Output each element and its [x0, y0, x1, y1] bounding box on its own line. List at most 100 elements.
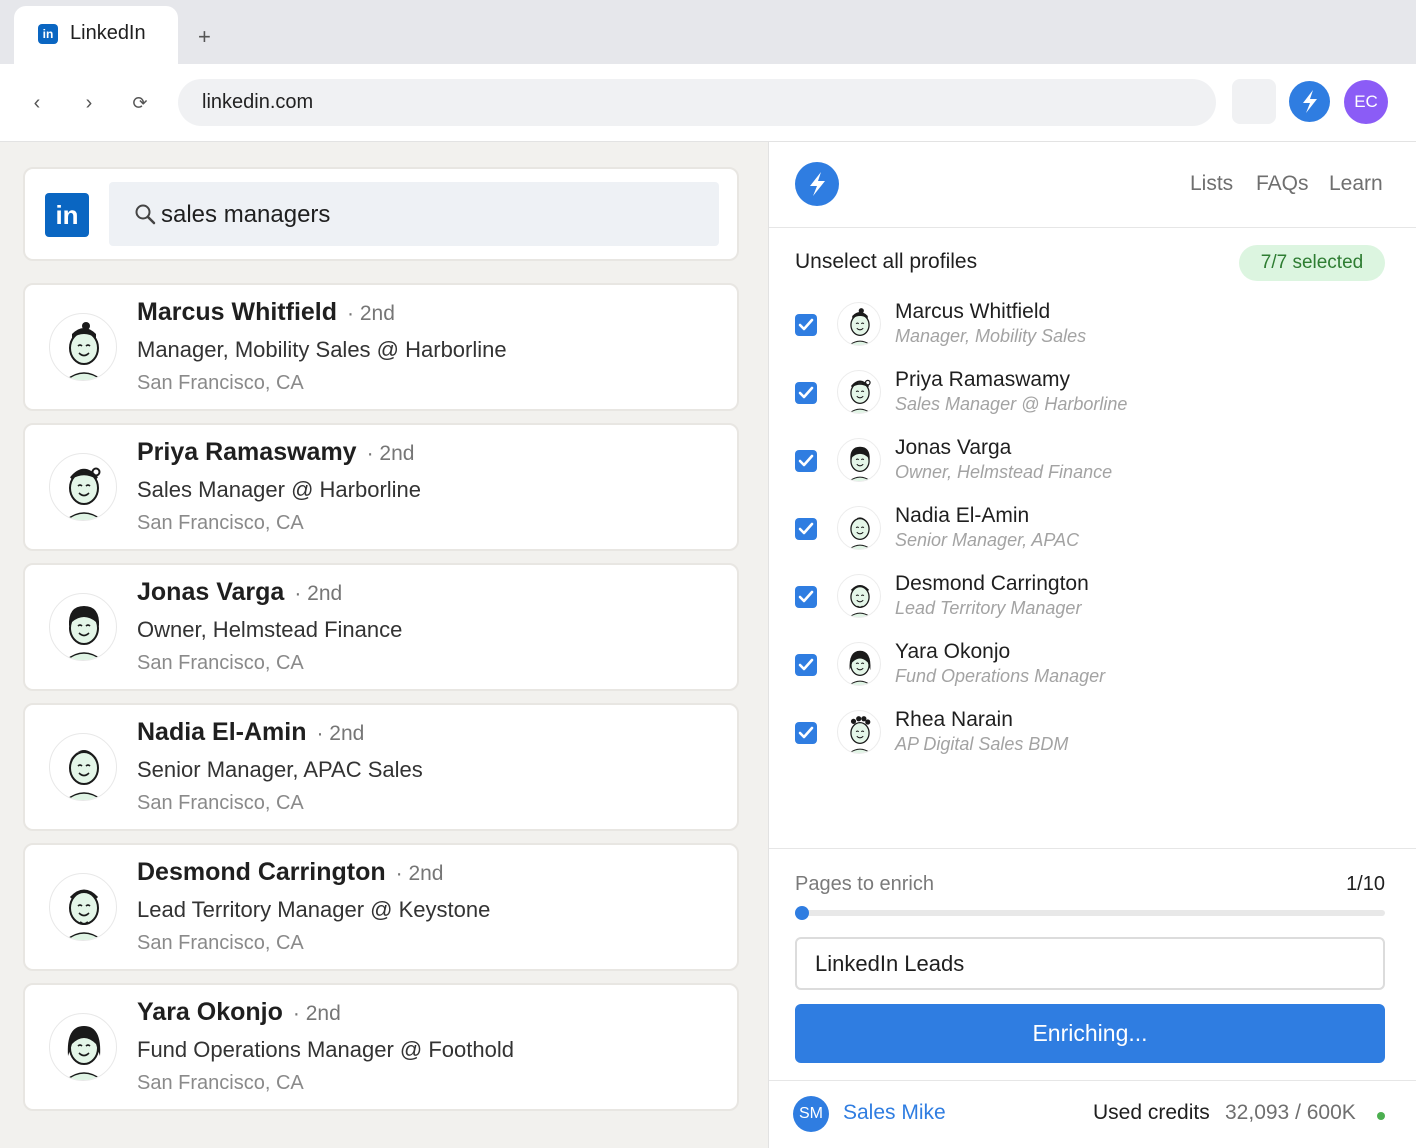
checkmark-icon [798, 658, 814, 671]
selected-profile-row: Nadia El-Amin Senior Manager, APAC [795, 504, 1395, 566]
profile-avatar-icon [837, 710, 881, 754]
selected-profile-subtitle: Manager, Mobility Sales [895, 326, 1087, 346]
result-card[interactable]: Desmond Carrington · 2nd Lead Territory Ma… [23, 843, 739, 971]
selected-profile-subtitle: Lead Territory Manager [895, 598, 1082, 618]
status-dot-icon [1377, 1112, 1385, 1120]
credits-value: 32,093 / 600K [1225, 1101, 1356, 1124]
checkmark-icon [798, 522, 814, 535]
new-tab-button[interactable]: + [198, 24, 211, 50]
address-url: linkedin.com [202, 91, 314, 113]
profile-checkbox[interactable] [795, 450, 817, 472]
pages-slider[interactable] [795, 906, 1385, 920]
result-name-text[interactable]: Marcus Whitfield [137, 298, 337, 326]
result-name-text[interactable]: Nadia El-Amin [137, 718, 306, 746]
selected-profile-row: Desmond Carrington Lead Territory Manager [795, 572, 1395, 634]
tab-linkedin[interactable]: in LinkedIn [14, 6, 178, 64]
checkmark-icon [798, 386, 814, 399]
user-avatar: SM [793, 1096, 829, 1132]
enrich-section: Pages to enrich 1/10 Enriching... [769, 848, 1416, 1080]
enrich-button[interactable]: Enriching... [795, 1004, 1385, 1063]
profile-checkbox[interactable] [795, 654, 817, 676]
checkmark-icon [798, 454, 814, 467]
selected-profile-row: Jonas Varga Owner, Helmstead Finance [795, 436, 1395, 498]
result-name[interactable]: Marcus Whitfield · 2nd [137, 298, 395, 327]
result-title: Sales Manager @ Harborline [137, 477, 422, 502]
profile-avatar-icon [837, 506, 881, 550]
profile-avatar[interactable]: EC [1344, 80, 1388, 124]
result-name-text[interactable]: Priya Ramaswamy [137, 438, 357, 466]
result-card[interactable]: Marcus Whitfield · 2nd Manager, Mobility S… [23, 283, 739, 411]
reload-button[interactable]: ⟳ [125, 88, 155, 118]
result-name[interactable]: Desmond Carrington · 2nd [137, 858, 444, 887]
selected-profile-name: Rhea Narain [895, 708, 1013, 731]
linkedin-logo-icon: in [45, 193, 89, 237]
nav-faqs-link[interactable]: FAQs [1256, 172, 1309, 196]
back-button[interactable]: ‹ [22, 88, 52, 118]
profile-avatar-icon[interactable] [49, 873, 117, 941]
selected-profile-subtitle: Senior Manager, APAC [895, 530, 1080, 550]
nav-learn-link[interactable]: Learn [1329, 172, 1383, 196]
selected-profile-name: Jonas Varga [895, 436, 1012, 459]
profile-checkbox[interactable] [795, 586, 817, 608]
result-name[interactable]: Priya Ramaswamy · 2nd [137, 438, 414, 467]
profile-avatar-icon [837, 642, 881, 686]
selected-profile-subtitle: AP Digital Sales BDM [895, 734, 1069, 754]
extension-logo-icon [795, 162, 839, 206]
credits-label: Used credits [1093, 1101, 1210, 1124]
result-name[interactable]: Jonas Varga · 2nd [137, 578, 342, 607]
pages-label: Pages to enrich [795, 873, 934, 895]
profile-checkbox[interactable] [795, 518, 817, 540]
selected-profile-row: Yara Okonjo Fund Operations Manager [795, 640, 1395, 702]
connection-degree: · 2nd [347, 302, 395, 325]
extension-bolt-icon[interactable] [1289, 81, 1330, 122]
connection-degree: · 2nd [294, 582, 343, 605]
selected-count-badge: 7/7 selected [1239, 245, 1385, 281]
unselect-all-link[interactable]: Unselect all profiles [795, 250, 977, 274]
result-name-text[interactable]: Desmond Carrington [137, 858, 386, 886]
pages-slider-handle[interactable] [795, 906, 809, 920]
selected-profile-name: Priya Ramaswamy [895, 368, 1071, 391]
extension-panel: Lists FAQs Learn Unselect all profiles 7… [768, 142, 1416, 1148]
profile-avatar-icon [837, 302, 881, 346]
connection-degree: · 2nd [316, 722, 365, 745]
checkmark-icon [798, 726, 814, 739]
checkmark-icon [798, 318, 814, 331]
list-name-input[interactable] [795, 937, 1385, 990]
result-card[interactable]: Priya Ramaswamy · 2nd Sales Manager @ Harb… [23, 423, 739, 551]
profile-avatar-icon[interactable] [49, 733, 117, 801]
profile-checkbox[interactable] [795, 722, 817, 744]
result-name-text[interactable]: Yara Okonjo [137, 998, 283, 1026]
tab-bar: in LinkedIn + [0, 0, 1416, 64]
selected-profile-row: Priya Ramaswamy Sales Manager @ Harborlin… [795, 368, 1395, 430]
result-card[interactable]: Nadia El-Amin · 2nd Senior Manager, APAC S… [23, 703, 739, 831]
profile-avatar-icon[interactable] [49, 593, 117, 661]
forward-button[interactable]: › [74, 88, 104, 118]
result-location: San Francisco, CA [137, 932, 304, 954]
profile-checkbox[interactable] [795, 314, 817, 336]
selected-profile-name: Nadia El-Amin [895, 504, 1030, 527]
nav-lists-link[interactable]: Lists [1190, 172, 1233, 196]
extension-slot[interactable] [1232, 79, 1276, 124]
pages-value: 1/10 [1346, 873, 1385, 895]
result-location: San Francisco, CA [137, 652, 304, 674]
selected-profile-name: Marcus Whitfield [895, 300, 1051, 323]
profile-avatar-icon [837, 370, 881, 414]
panel-header: Lists FAQs Learn [769, 142, 1416, 228]
address-bar[interactable]: linkedin.com [178, 79, 1216, 126]
result-card[interactable]: Yara Okonjo · 2nd Fund Operations Manager … [23, 983, 739, 1111]
result-card[interactable]: Jonas Varga · 2nd Owner, Helmstead Finance… [23, 563, 739, 691]
result-name[interactable]: Yara Okonjo · 2nd [137, 998, 341, 1027]
profile-checkbox[interactable] [795, 382, 817, 404]
user-name-link[interactable]: Sales Mike [843, 1101, 946, 1125]
connection-degree: · 2nd [292, 1002, 341, 1025]
profile-avatar-icon[interactable] [49, 453, 117, 521]
profile-avatar-icon[interactable] [49, 1013, 117, 1081]
result-title: Owner, Helmstead Finance [137, 617, 403, 642]
selected-profile-subtitle: Fund Operations Manager [895, 666, 1106, 686]
result-name[interactable]: Nadia El-Amin · 2nd [137, 718, 364, 747]
search-input[interactable]: sales managers [109, 182, 719, 246]
result-location: San Francisco, CA [137, 792, 304, 814]
connection-degree: · 2nd [395, 862, 444, 885]
result-name-text[interactable]: Jonas Varga [137, 578, 284, 606]
profile-avatar-icon[interactable] [49, 313, 117, 381]
